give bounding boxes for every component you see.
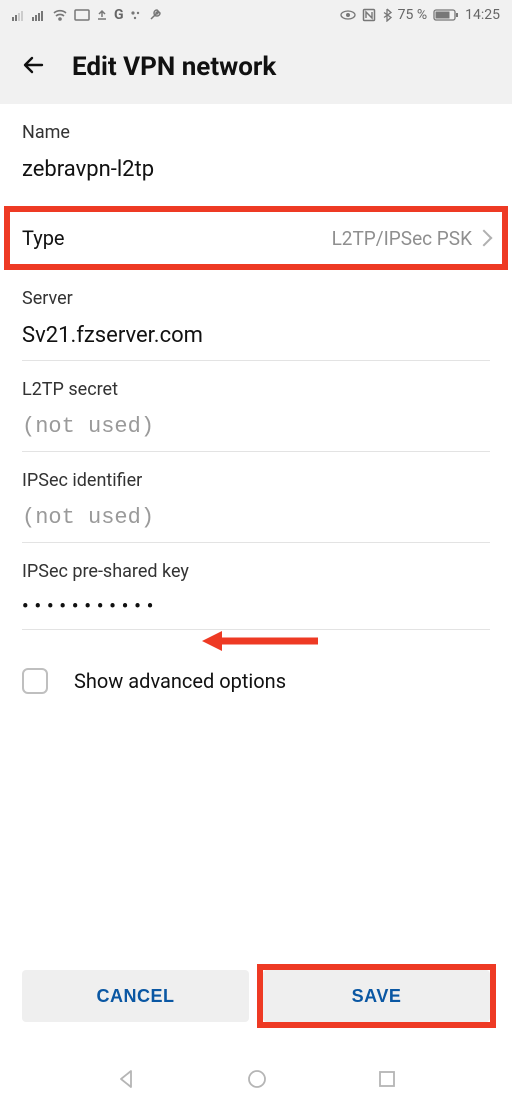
cancel-button[interactable]: CANCEL [22, 970, 249, 1022]
arrow-left-icon [200, 626, 320, 656]
status-left: G [12, 7, 162, 23]
psk-field: IPSec pre-shared key ••••••••••• [22, 543, 490, 630]
l2tp-secret-field: L2TP secret (not used) [22, 361, 490, 452]
battery-pct: 75 % [398, 7, 427, 23]
name-field: Name zebravpn-l2tp [22, 104, 490, 194]
l2tp-secret-label: L2TP secret [22, 379, 490, 400]
nfc-icon [362, 8, 376, 22]
type-value: L2TP/IPSec PSK [332, 227, 490, 250]
psk-label: IPSec pre-shared key [22, 561, 490, 582]
ipsec-id-label: IPSec identifier [22, 470, 490, 491]
signal-1-icon [12, 9, 26, 21]
cast-icon [74, 9, 90, 21]
nav-recent-button[interactable] [376, 1068, 398, 1090]
annotation-arrow [200, 626, 320, 660]
google-icon: G [114, 7, 124, 23]
button-row: CANCEL SAVE [22, 970, 490, 1022]
nav-back-icon [114, 1067, 138, 1091]
nav-recent-icon [376, 1068, 398, 1090]
ipsec-id-field: IPSec identifier (not used) [22, 452, 490, 543]
chevron-right-icon [476, 230, 493, 247]
system-nav-bar [0, 1049, 512, 1109]
type-value-text: L2TP/IPSec PSK [332, 227, 472, 250]
type-highlight: Type L2TP/IPSec PSK [4, 206, 508, 270]
page-title: Edit VPN network [72, 52, 276, 82]
battery-icon [433, 9, 459, 21]
app-bar: Edit VPN network [0, 30, 512, 104]
ipsec-id-input[interactable]: (not used) [22, 505, 490, 543]
upload-icon [96, 9, 108, 21]
show-advanced-checkbox[interactable] [22, 668, 48, 694]
form: Name zebravpn-l2tp Type L2TP/IPSec PSK S… [0, 104, 512, 694]
type-label: Type [22, 226, 65, 250]
bluetooth-icon [382, 8, 392, 22]
show-advanced-label: Show advanced options [74, 669, 286, 693]
show-advanced-row[interactable]: Show advanced options [22, 668, 490, 694]
back-button[interactable] [20, 51, 48, 83]
back-arrow-icon [20, 51, 48, 79]
eye-icon [340, 10, 356, 20]
nav-home-button[interactable] [245, 1067, 269, 1091]
wrench-icon [148, 8, 162, 22]
psk-input[interactable]: ••••••••••• [22, 596, 490, 630]
server-field: Server Sv21.fzserver.com [22, 270, 490, 361]
save-button[interactable]: SAVE [263, 970, 490, 1022]
clock: 14:25 [465, 7, 500, 23]
nav-home-icon [245, 1067, 269, 1091]
nav-back-button[interactable] [114, 1067, 138, 1091]
status-right: 75 % 14:25 [340, 7, 500, 23]
l2tp-secret-input[interactable]: (not used) [22, 414, 490, 452]
name-label: Name [22, 122, 490, 143]
status-bar: G 75 % 14:25 [0, 0, 512, 30]
type-row[interactable]: Type L2TP/IPSec PSK [22, 226, 490, 250]
signal-2-icon [32, 9, 46, 21]
server-input[interactable]: Sv21.fzserver.com [22, 323, 490, 361]
name-input[interactable]: zebravpn-l2tp [22, 157, 490, 194]
dots-icon [130, 9, 142, 21]
save-highlight: SAVE [257, 964, 496, 1028]
server-label: Server [22, 288, 490, 309]
wifi-icon [52, 9, 68, 21]
